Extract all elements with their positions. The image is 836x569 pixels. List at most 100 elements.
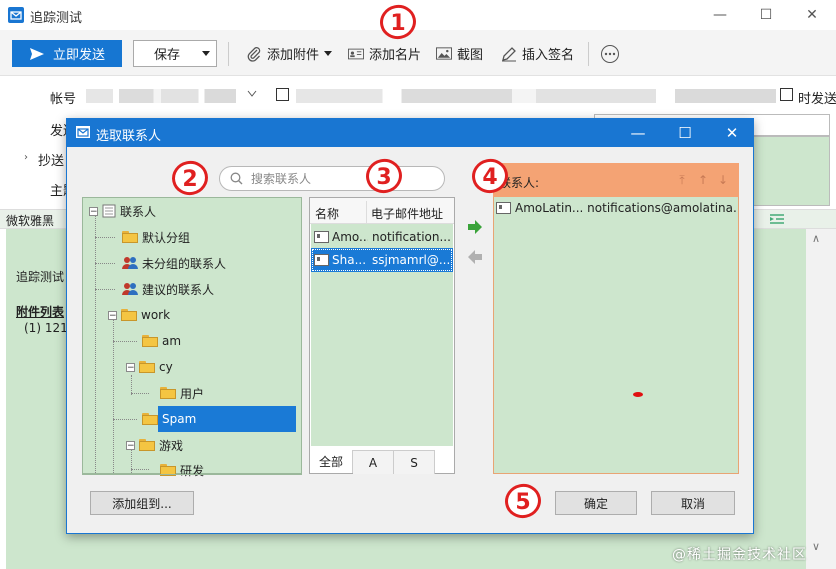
checkbox[interactable] xyxy=(276,88,289,101)
annotation-badge-4: 4 xyxy=(470,156,510,196)
annotation-number: 3 xyxy=(376,165,391,190)
cancel-button[interactable]: 取消 xyxy=(651,491,735,515)
attachment-item[interactable]: (1) 121. xyxy=(24,321,72,335)
people-icon xyxy=(122,283,138,295)
move-top-icon[interactable]: ⤒ xyxy=(675,173,689,187)
move-up-icon[interactable]: ↑ xyxy=(696,173,710,187)
tree-node-ungrouped[interactable]: 未分组的联系人 xyxy=(122,253,226,273)
cc-label[interactable]: 抄送 xyxy=(38,150,64,169)
tree-node-default-group[interactable]: 默认分组 xyxy=(122,227,190,247)
more-icon[interactable] xyxy=(600,44,620,64)
recipient-row[interactable]: AmoLatin... notifications@amolatina.... xyxy=(496,199,736,217)
account-label: 帐号 xyxy=(50,92,77,107)
toolbar-divider xyxy=(588,42,589,66)
chevron-down-icon[interactable] xyxy=(247,90,257,100)
add-card-button[interactable]: 添加名片 xyxy=(348,40,421,67)
arrow-right-icon[interactable] xyxy=(466,218,484,236)
send-icon xyxy=(29,47,44,60)
column-divider[interactable] xyxy=(366,201,367,223)
send-now-label: 立即发送 xyxy=(52,48,105,63)
tree-node-label: cy xyxy=(159,360,173,374)
scroll-down-icon[interactable]: ∨ xyxy=(812,540,820,553)
annotation-number: 1 xyxy=(390,11,405,36)
annotation-number: 5 xyxy=(515,490,530,515)
collapse-icon[interactable]: − xyxy=(89,206,98,216)
add-group-button[interactable]: 添加组到... xyxy=(90,491,194,515)
dialog-titlebar xyxy=(66,118,754,147)
contact-email: notification... xyxy=(372,230,451,244)
tree-node-label: work xyxy=(141,308,171,322)
dialog-minimize-button[interactable]: — xyxy=(626,122,650,144)
annotation-number: 4 xyxy=(482,165,497,190)
insert-signature-button[interactable]: 插入签名 xyxy=(501,40,574,67)
contact-row[interactable]: Amo... notification... xyxy=(311,225,453,249)
indent-icon[interactable] xyxy=(770,212,784,226)
move-down-icon[interactable]: ↓ xyxy=(716,173,730,187)
minimize-button[interactable]: — xyxy=(708,4,732,26)
contact-name: Amo... xyxy=(332,230,368,244)
tree-node-label: 研发 xyxy=(180,463,205,478)
contact-card-icon xyxy=(314,231,329,243)
tab-all[interactable]: 全部 xyxy=(310,450,353,473)
tree-node-label: 默认分组 xyxy=(142,230,191,245)
tree-node-games[interactable]: − 游戏 xyxy=(126,435,183,455)
tree-node-contacts[interactable]: − 联系人 xyxy=(89,201,156,221)
tree-node-spam[interactable]: Spam xyxy=(142,409,196,429)
collapse-icon[interactable]: − xyxy=(126,362,135,372)
address-book-icon xyxy=(102,204,116,218)
scrollbar[interactable] xyxy=(806,229,836,569)
attachment-list-label: 附件列表 xyxy=(16,305,65,319)
contact-card-icon xyxy=(314,254,329,266)
screenshot-label: 截图 xyxy=(457,48,484,63)
tree-node-label: 未分组的联系人 xyxy=(142,256,227,271)
collapse-icon[interactable]: − xyxy=(108,310,117,320)
ok-button[interactable]: 确定 xyxy=(555,491,637,515)
tree-node-label: 联系人 xyxy=(120,204,157,219)
search-input[interactable]: 搜索联系人 xyxy=(219,166,445,191)
body-text: 追踪测试 xyxy=(16,270,65,284)
scroll-up-icon[interactable]: ∧ xyxy=(812,232,820,245)
tab-a[interactable]: A xyxy=(353,450,394,474)
dialog-title: 选取联系人 xyxy=(96,129,162,144)
dialog-maximize-button[interactable]: ☐ xyxy=(673,122,697,144)
tree-node-suggested[interactable]: 建议的联系人 xyxy=(122,279,214,299)
paperclip-icon xyxy=(246,46,262,62)
maximize-button[interactable]: ☐ xyxy=(754,4,778,26)
contact-group-tree[interactable] xyxy=(82,197,302,474)
arrow-left-icon[interactable] xyxy=(466,248,484,266)
contact-name: Sha... xyxy=(332,253,367,267)
chevron-down-icon[interactable] xyxy=(324,50,333,57)
annotation-badge-1: 1 xyxy=(378,2,418,42)
annotation-number: 2 xyxy=(182,167,197,192)
contact-row-selected[interactable]: Sha... ssjmamrl@... xyxy=(311,248,453,272)
timed-send-checkbox[interactable] xyxy=(780,88,793,101)
recipients-redacted xyxy=(296,89,776,103)
save-button[interactable]: 保存 xyxy=(133,40,217,67)
tree-node-users[interactable]: 用户 xyxy=(160,383,204,403)
tree-node-cy[interactable]: − cy xyxy=(126,357,173,377)
folder-icon xyxy=(160,387,176,399)
close-button[interactable]: ✕ xyxy=(800,4,824,26)
folder-icon xyxy=(122,231,138,243)
tab-s[interactable]: S xyxy=(394,450,435,474)
contact-email: ssjmamrl@... xyxy=(372,253,451,267)
add-attachment-button[interactable]: 添加附件 xyxy=(246,40,333,67)
tree-node-label: am xyxy=(162,334,182,348)
contact-card-icon xyxy=(496,202,511,214)
folder-icon xyxy=(121,309,137,321)
dialog-close-button[interactable]: ✕ xyxy=(720,122,744,144)
tree-node-label: Spam xyxy=(162,412,197,426)
app-icon xyxy=(8,7,24,23)
tree-node-work[interactable]: − work xyxy=(108,305,170,325)
tree-node-am[interactable]: am xyxy=(142,331,181,351)
send-now-button[interactable]: 立即发送 xyxy=(12,40,122,67)
column-email-header[interactable]: 电子邮件地址 xyxy=(371,205,443,222)
screenshot-button[interactable]: 截图 xyxy=(436,40,483,67)
font-name[interactable]: 微软雅黑 xyxy=(6,212,54,229)
recipient-text: AmoLatin... notifications@amolatina.... xyxy=(515,201,736,215)
collapse-icon[interactable]: − xyxy=(126,440,135,450)
chevron-down-icon xyxy=(202,50,210,56)
column-name-header[interactable]: 名称 xyxy=(315,205,339,222)
expand-cc-icon[interactable]: › xyxy=(24,152,28,163)
tree-node-rnd[interactable]: 研发 xyxy=(160,460,204,480)
